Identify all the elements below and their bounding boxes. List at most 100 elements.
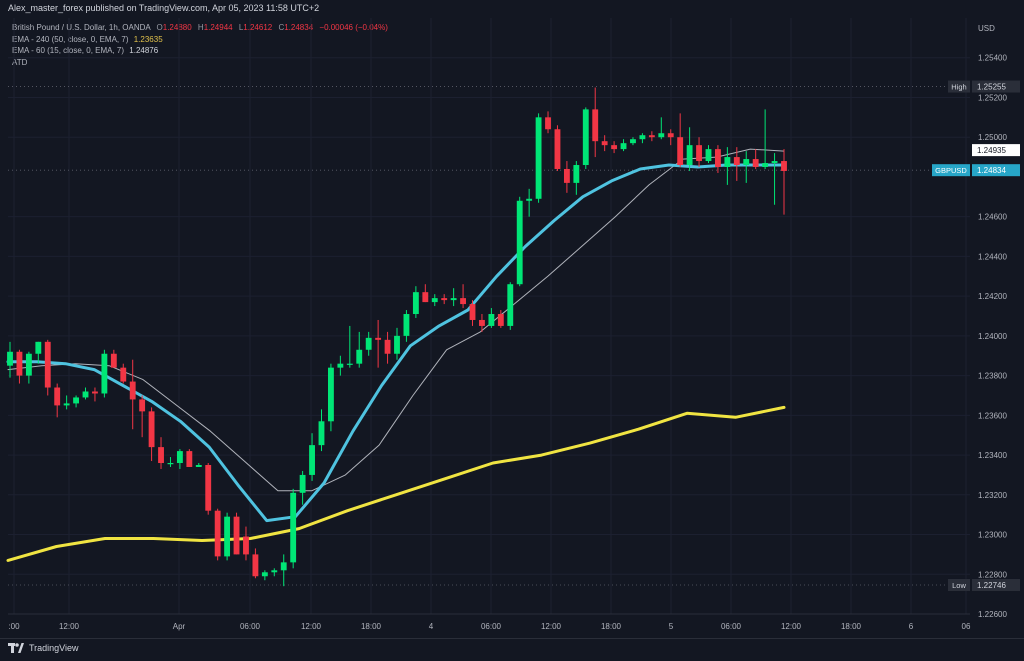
candle-body [781,161,787,171]
candle-body [686,145,693,166]
candle-body [441,298,448,301]
y-tick-label: 1.24200 [978,292,1007,301]
candles [7,87,787,587]
high-tag-name: High [951,83,966,92]
candle-body [167,463,174,465]
candle-body [412,292,419,315]
candle-body [696,145,702,162]
y-tick-label: 1.22600 [978,610,1007,619]
y-tick-label: 1.25200 [978,93,1007,102]
candle-body [7,351,13,366]
candle-body [290,492,297,563]
candle-body [271,570,278,573]
candle-body [715,149,721,167]
candle-body [101,353,108,394]
candle-body [752,159,759,167]
candle-body [365,337,372,350]
price-chart[interactable]: 1.25400 1.25200 1.25000 1.24600 1.24400 1.242… [0,0,1024,638]
candle-body [743,159,750,166]
x-tick-label: 06:00 [721,622,742,631]
candle-body [431,298,438,303]
x-tick-label: 6 [909,622,914,631]
candle-body [526,198,533,201]
y-tick-label: 1.25400 [978,54,1007,63]
candle-body [54,387,61,406]
candle-body [318,421,325,446]
candle-body [611,145,618,150]
candle-body [63,403,70,406]
y-tick-label: 1.24000 [978,332,1007,341]
candle-body [488,314,495,326]
candle-body [601,141,608,146]
candle-body [762,163,769,167]
low-tag-value: 1.22746 [977,581,1006,590]
candle-body [639,135,646,140]
candle-body [337,363,344,368]
x-tick-label: 06:00 [240,622,261,631]
candle-body [545,117,551,130]
candle-body [658,133,665,138]
candle-body [733,157,740,166]
tradingview-logo[interactable]: TradingView [8,643,79,653]
footer-bar: TradingView [0,638,1024,661]
candle-body [554,129,561,169]
candle-body [186,451,193,467]
candle-body [573,165,580,183]
x-tick-label: 5 [669,622,674,631]
high-tag-value: 1.25255 [977,83,1006,92]
candle-body [73,397,79,404]
candle-body [582,109,589,166]
symbol-tag-name: GBPUSD [935,166,967,175]
candle-body [148,411,155,448]
x-tick-label: 4 [429,622,434,631]
candle-body [620,143,627,150]
y-tick-label: 1.24400 [978,252,1007,261]
candle-body [516,200,523,285]
candle-body [403,314,410,336]
candle-body [630,139,636,144]
candle-body [375,337,382,340]
candle-body [535,117,542,199]
y-tick-label: 1.24600 [978,213,1007,222]
ema-lines [6,148,786,562]
candle-body [129,381,136,400]
x-tick-label: 06:00 [481,622,502,631]
candle-body [25,353,32,376]
candle-body [243,536,249,555]
candle-body [110,353,117,368]
candle-body [507,284,514,326]
candle-body [82,391,89,398]
y-tick-label: 1.25000 [978,133,1007,142]
candle-body [35,341,42,354]
candle-body [394,335,400,354]
candle-body [44,341,51,388]
x-tick-label: 12:00 [541,622,562,631]
candle-body [120,367,127,382]
tradingview-logo-icon [8,643,24,653]
candle-body [677,137,684,166]
x-tick-label: 06 [962,622,971,631]
candle-body [648,135,655,138]
candle-body [479,319,485,326]
candle-body [299,474,306,493]
candle-body [422,292,429,303]
x-tick-label: :00 [8,622,20,631]
candle-body [176,451,183,464]
candle-body [450,298,457,301]
y-tick-label: 1.23000 [978,531,1007,540]
x-tick-label: 12:00 [781,622,802,631]
candle-body [309,445,315,475]
candle-body [224,516,231,557]
candle-body [356,349,363,364]
candle-body [214,510,221,557]
candle-body [16,351,23,376]
x-tick-label: 12:00 [301,622,322,631]
x-tick-label: 18:00 [601,622,622,631]
candle-body [261,572,268,577]
chart-frame: Alex_master_forex published on TradingVi… [0,0,1024,661]
x-tick-label: 18:00 [361,622,382,631]
candle-body [497,314,504,326]
candle-body [233,516,240,555]
footer-brand: TradingView [29,643,79,653]
y-tick-label: 1.23800 [978,372,1007,381]
